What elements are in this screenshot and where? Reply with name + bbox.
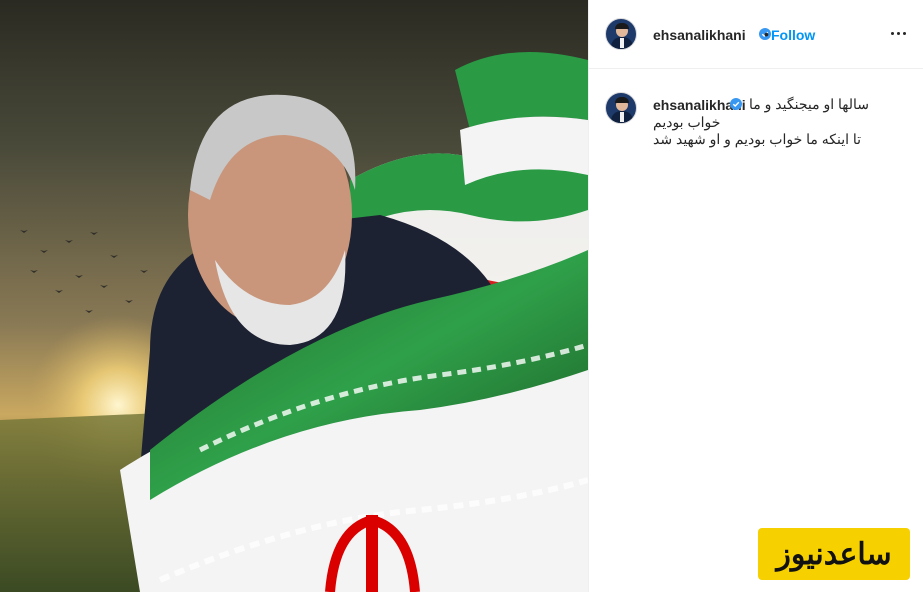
caption-avatar[interactable] bbox=[605, 92, 637, 124]
caption-text-line-3: تا اینکه ما خواب بودیم و او شهید شد bbox=[653, 131, 862, 147]
caption-text-line-1: سالها او میجنگید و ما bbox=[749, 96, 870, 112]
follow-button[interactable]: Follow bbox=[771, 27, 815, 43]
separator-dot: • bbox=[764, 26, 769, 42]
caption-text-line-2: خواب بودیم bbox=[653, 114, 721, 130]
post-side-panel: ehsanalikhani • Follow ehsanalikhani سال… bbox=[588, 0, 923, 592]
user-avatar[interactable] bbox=[605, 18, 637, 50]
post-image[interactable] bbox=[0, 0, 588, 592]
post-header: ehsanalikhani • Follow bbox=[589, 0, 923, 69]
more-options-icon[interactable] bbox=[890, 24, 908, 42]
watermark-logo: ساعدنیوز bbox=[758, 528, 910, 580]
verified-badge-icon bbox=[730, 98, 742, 110]
post-image-artwork bbox=[0, 52, 588, 592]
username-link[interactable]: ehsanalikhani bbox=[653, 27, 746, 43]
watermark-text: ساعدنیوز bbox=[776, 537, 892, 571]
